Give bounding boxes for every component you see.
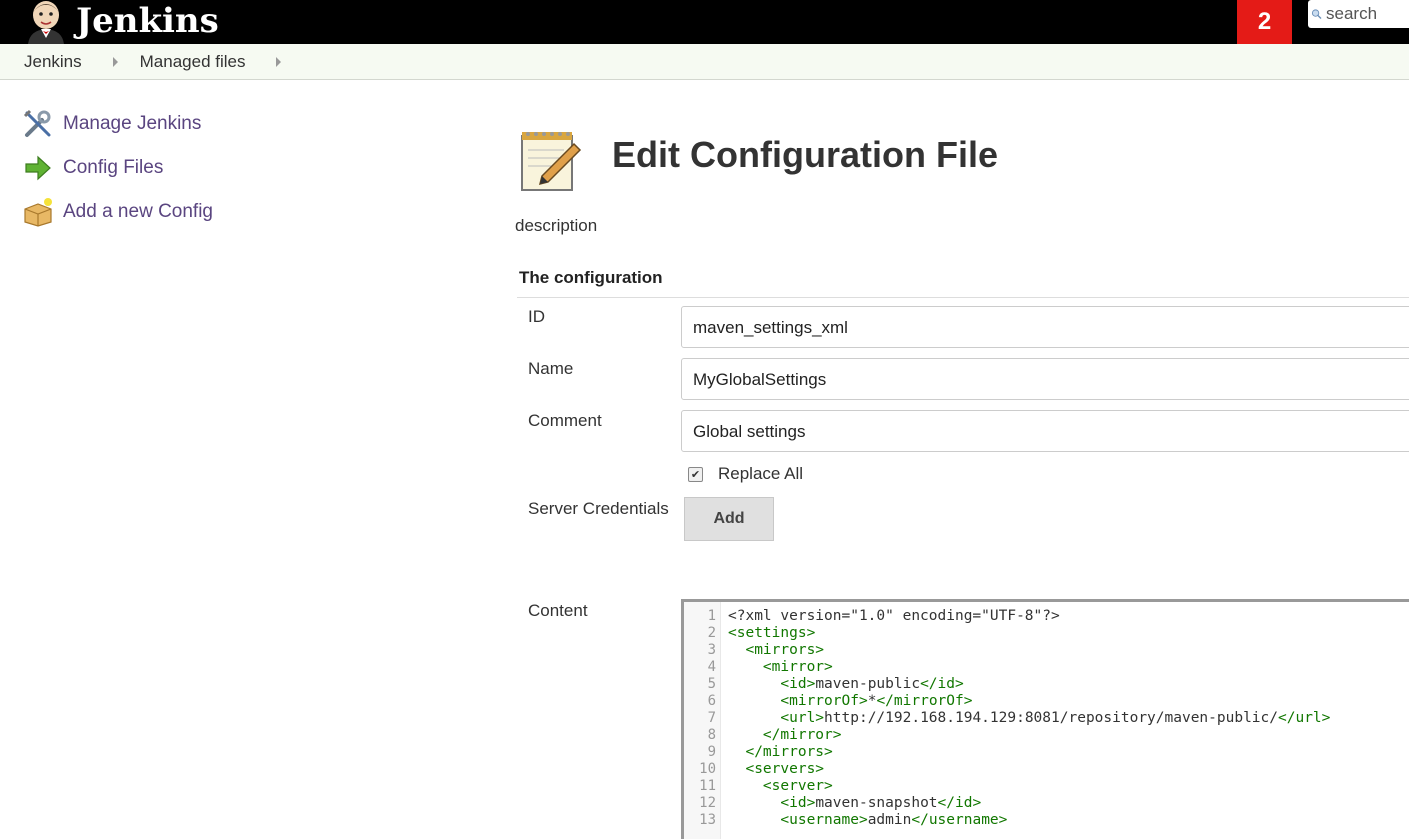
line-number: 9	[707, 744, 716, 760]
editor-line[interactable]: 13 <username>admin</username>	[684, 812, 1409, 829]
comment-input[interactable]	[691, 411, 1395, 453]
replace-all-checkbox[interactable]: ✔	[688, 466, 703, 482]
editor-line[interactable]: 2 <settings>	[684, 625, 1409, 642]
code-text: </mirror>	[762, 727, 842, 743]
jenkins-butler-icon	[28, 1, 64, 44]
line-number: 6	[707, 693, 716, 709]
notepad-icon	[521, 132, 582, 191]
line-number: 1	[707, 608, 716, 624]
line-number: 3	[707, 642, 716, 658]
sidebar-item-label: Add a new Config	[63, 201, 213, 222]
content-editor[interactable]: 1 <?xml version="1.0" encoding="UTF-8"?> 2…	[681, 599, 1409, 839]
search-box[interactable]	[1308, 0, 1409, 28]
comment-field[interactable]	[681, 410, 1409, 453]
breadcrumb-separator-icon[interactable]	[276, 56, 282, 67]
replace-all-label: Replace All	[718, 464, 804, 483]
name-field[interactable]	[681, 358, 1409, 401]
code-text: <?xml version="1.0" encoding="UTF-8"?>	[728, 608, 1060, 624]
tools-icon	[22, 108, 54, 140]
search-input[interactable]	[1324, 3, 1409, 25]
line-number: 5	[707, 676, 716, 692]
line-number: 12	[699, 795, 716, 811]
editor-line[interactable]: 6 <mirrorOf>*</mirrorOf>	[684, 693, 1409, 710]
code-text: <settings>	[728, 625, 816, 641]
editor-line[interactable]: 11 <server>	[684, 778, 1409, 795]
code-text: <mirrorOf>*</mirrorOf>	[780, 693, 973, 709]
id-field[interactable]	[681, 306, 1409, 349]
name-input[interactable]	[691, 359, 1395, 401]
code-text: <servers>	[745, 761, 825, 777]
content-label: Content	[528, 601, 588, 620]
section-header: The configuration	[519, 268, 663, 287]
sidebar-item-manage-jenkins[interactable]: Manage Jenkins	[22, 102, 213, 146]
code-text: <id>maven-public</id>	[780, 676, 964, 692]
notification-badge[interactable]: 2	[1237, 0, 1292, 44]
editor-line[interactable]: 1 <?xml version="1.0" encoding="UTF-8"?>	[684, 608, 1409, 625]
editor-line[interactable]: 12 <id>maven-snapshot</id>	[684, 795, 1409, 812]
code-text: <server>	[762, 778, 833, 794]
top-header: Jenkins 2	[0, 0, 1409, 44]
code-text: </mirrors>	[745, 744, 833, 760]
code-text: <username>admin</username>	[780, 812, 1008, 828]
code-text: <url>http://192.168.194.129:8081/reposit…	[780, 710, 1331, 726]
id-label: ID	[528, 307, 545, 326]
id-input[interactable]	[691, 307, 1395, 349]
green-arrow-icon	[22, 152, 54, 184]
editor-line[interactable]: 7 <url>http://192.168.194.129:8081/repos…	[684, 710, 1409, 727]
breadcrumb-jenkins[interactable]: Jenkins	[24, 52, 82, 72]
editor-line[interactable]: 5 <id>maven-public</id>	[684, 676, 1409, 693]
editor-line[interactable]: 10 <servers>	[684, 761, 1409, 778]
code-text: <id>maven-snapshot</id>	[780, 795, 982, 811]
replace-all-row: ✔ Replace All	[688, 464, 803, 484]
code-text: <mirror>	[762, 659, 833, 675]
editor-line[interactable]: 3 <mirrors>	[684, 642, 1409, 659]
sidebar-item-config-files[interactable]: Config Files	[22, 146, 213, 190]
app-title: Jenkins	[76, 1, 219, 41]
line-number: 11	[699, 778, 716, 794]
line-number: 13	[699, 812, 716, 828]
package-add-icon	[22, 196, 54, 228]
code-text: <mirrors>	[745, 642, 825, 658]
line-number: 2	[707, 625, 716, 641]
jenkins-logo[interactable]: Jenkins	[22, 0, 219, 44]
name-label: Name	[528, 359, 574, 378]
add-credentials-button[interactable]: Add	[684, 497, 774, 541]
sidebar-item-add-config[interactable]: Add a new Config	[22, 190, 213, 234]
server-credentials-label: Server Credentials	[528, 499, 669, 518]
sidebar: Manage Jenkins Config Files Add a new Co…	[22, 102, 213, 234]
page-title: Edit Configuration File	[612, 134, 998, 175]
line-number: 7	[707, 710, 716, 726]
editor-line[interactable]: 4 <mirror>	[684, 659, 1409, 676]
breadcrumb: Jenkins Managed files	[0, 44, 1409, 80]
line-number: 4	[707, 659, 716, 675]
sidebar-item-label: Config Files	[63, 157, 164, 178]
section-divider	[517, 297, 1409, 298]
description-label: description	[515, 216, 598, 235]
sidebar-item-label: Manage Jenkins	[63, 113, 202, 134]
line-number: 10	[699, 761, 716, 777]
editor-line[interactable]: 9 </mirrors>	[684, 744, 1409, 761]
breadcrumb-managed-files[interactable]: Managed files	[140, 52, 246, 72]
editor-line[interactable]: 8 </mirror>	[684, 727, 1409, 744]
comment-label: Comment	[528, 411, 602, 430]
breadcrumb-separator-icon[interactable]	[112, 56, 118, 67]
line-number: 8	[707, 727, 716, 743]
search-icon	[1311, 9, 1322, 19]
